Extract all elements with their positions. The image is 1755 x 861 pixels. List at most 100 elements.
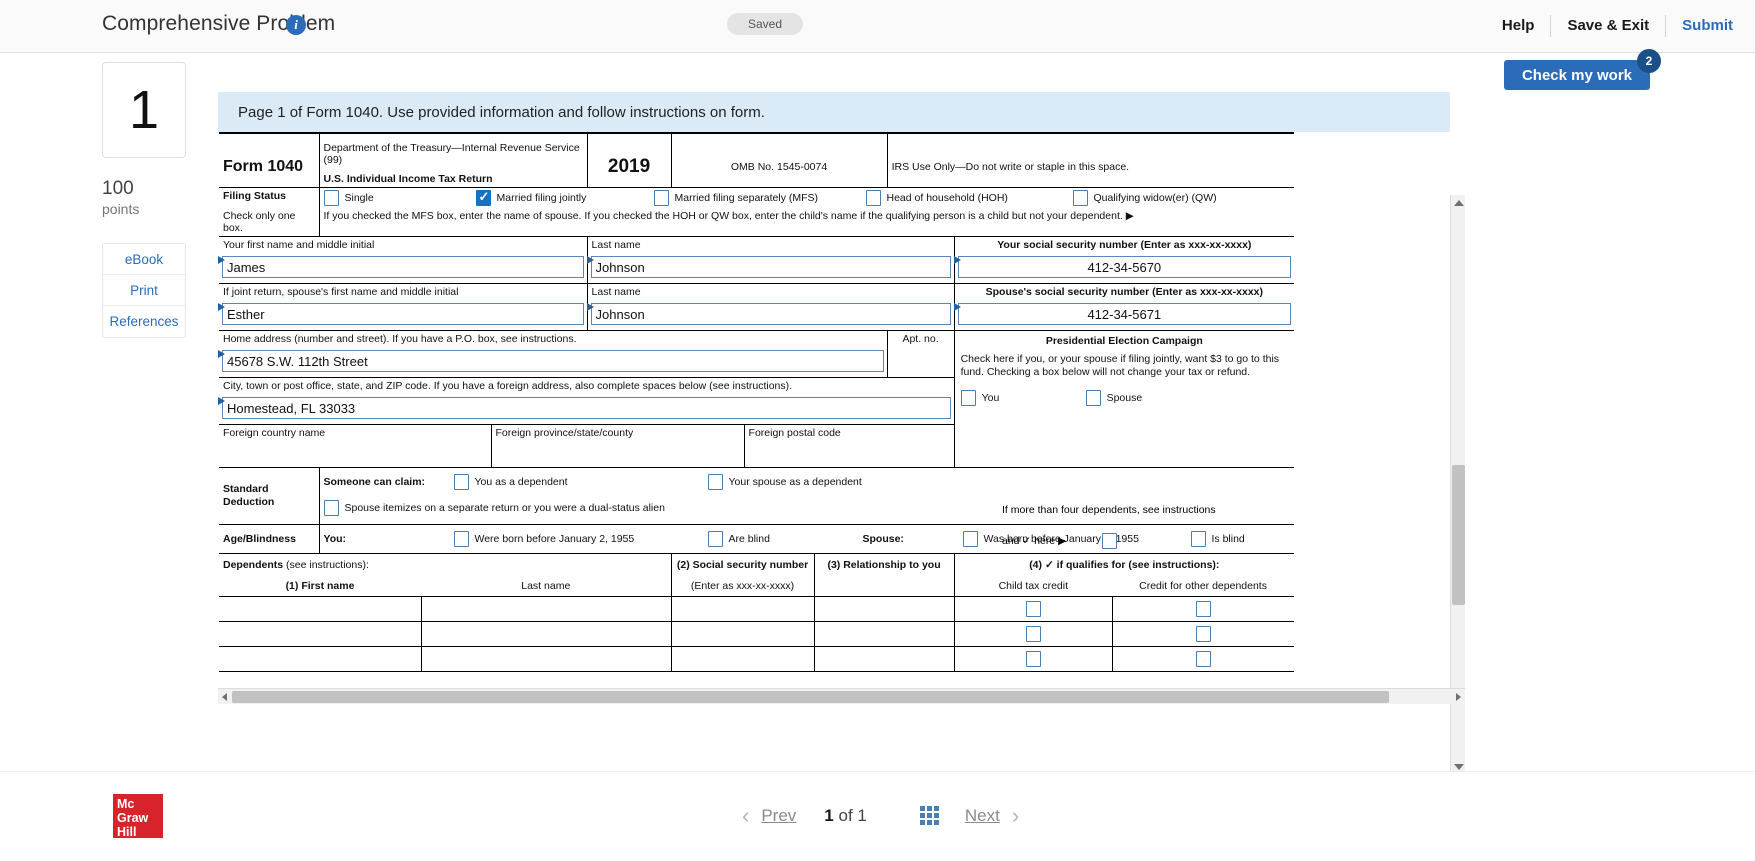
you-blind-option[interactable]: Are blind xyxy=(707,530,863,547)
spouse-first-name-input[interactable] xyxy=(222,303,584,325)
checkbox-married-filing-jointly[interactable] xyxy=(475,189,491,206)
checkbox-qualifying-widow[interactable] xyxy=(1072,190,1088,206)
spouse-itemizes-option[interactable]: Spouse itemizes on a separate return or … xyxy=(323,499,665,516)
pec-you-option[interactable]: You xyxy=(960,390,1086,406)
first-name-label: Your first name and middle initial xyxy=(223,239,375,251)
logo-line-1: Mc xyxy=(117,797,135,811)
checkbox-other-dependent-credit[interactable] xyxy=(1195,600,1211,617)
checkbox-child-tax-credit[interactable] xyxy=(1025,650,1041,667)
vertical-scroll-thumb[interactable] xyxy=(1452,465,1465,605)
references-button[interactable]: References xyxy=(103,306,185,337)
checkbox-spouse-as-dependent[interactable] xyxy=(707,473,723,490)
dependent-last-name-cell[interactable] xyxy=(420,595,672,622)
scroll-left-icon[interactable] xyxy=(222,693,227,701)
checkbox-pec-you[interactable] xyxy=(960,390,976,406)
ebook-button[interactable]: eBook xyxy=(103,244,185,275)
checkbox-other-dependent-credit[interactable] xyxy=(1195,625,1211,642)
your-ssn-input[interactable] xyxy=(957,256,1292,278)
dependent-odc-cell xyxy=(1111,595,1295,622)
spouse-as-dependent-option[interactable]: Your spouse as a dependent xyxy=(707,473,862,490)
check-my-work-button[interactable]: Check my work xyxy=(1503,60,1650,90)
dependent-ctc-cell xyxy=(953,620,1113,647)
scroll-up-icon[interactable] xyxy=(1454,200,1464,206)
dependents-title-cell: Dependents (see instructions): xyxy=(219,552,672,576)
scroll-down-icon[interactable] xyxy=(1454,764,1464,770)
you-born-before-option[interactable]: Were born before January 2, 1955 xyxy=(453,530,708,547)
filing-option-hoh[interactable]: Head of household (HOH) xyxy=(865,190,1073,206)
form-scroll-viewport[interactable]: Form 1040 Department of the Treasury—Int… xyxy=(218,132,1450,688)
home-address-input[interactable] xyxy=(222,350,884,372)
info-icon[interactable]: i xyxy=(286,15,306,35)
filing-option-married-separately[interactable]: Married filing separately (MFS) xyxy=(653,190,866,206)
checkbox-other-dependent-credit[interactable] xyxy=(1195,650,1211,667)
spouse-last-name-input[interactable] xyxy=(590,303,951,325)
spouse-ssn-input[interactable] xyxy=(957,303,1292,325)
help-link[interactable]: Help xyxy=(1486,14,1551,38)
city-field-cell xyxy=(218,394,955,425)
dependents-first-name-header-cell: (1) First name xyxy=(219,575,421,597)
dependents-col4a-header: Child tax credit xyxy=(998,579,1069,592)
grid-view-icon[interactable] xyxy=(919,805,941,827)
first-name-field-cell xyxy=(218,253,588,284)
dependent-ssn-cell[interactable] xyxy=(670,645,815,672)
dependents-rel-blank-cell xyxy=(813,575,955,597)
checkbox-spouse-itemizes[interactable] xyxy=(323,499,339,516)
checkbox-child-tax-credit[interactable] xyxy=(1025,600,1041,617)
filing-option-single[interactable]: Single xyxy=(323,190,476,206)
dependent-odc-cell xyxy=(1111,620,1295,647)
first-name-input[interactable] xyxy=(222,256,584,278)
instruction-banner: Page 1 of Form 1040. Use provided inform… xyxy=(218,92,1450,132)
checkbox-spouse-born-before-1955[interactable] xyxy=(962,530,978,547)
chevron-right-icon[interactable]: › xyxy=(1000,803,1031,829)
dependents-col2b-header: (Enter as xxx-xx-xxxx) xyxy=(690,579,795,592)
dependent-relationship-cell[interactable] xyxy=(813,645,955,672)
foreign-province-field-cell[interactable] xyxy=(490,441,745,468)
dependent-ssn-cell[interactable] xyxy=(670,595,815,622)
form-year: 2019 xyxy=(607,155,651,177)
label-married-filing-jointly: Married filing jointly xyxy=(496,192,587,204)
prev-button[interactable]: Prev xyxy=(761,806,796,826)
last-name-input[interactable] xyxy=(590,256,951,278)
foreign-postal-field-cell[interactable] xyxy=(743,441,955,468)
checkbox-child-tax-credit[interactable] xyxy=(1025,625,1041,642)
foreign-country-field-cell[interactable] xyxy=(219,441,492,468)
label-you-as-dependent: You as a dependent xyxy=(474,475,568,488)
checkbox-married-filing-separately[interactable] xyxy=(653,190,669,206)
dependent-first-name-cell[interactable] xyxy=(219,595,422,622)
checkbox-you-as-dependent[interactable] xyxy=(453,473,469,490)
filing-option-qw[interactable]: Qualifying widow(er) (QW) xyxy=(1072,190,1217,206)
you-as-dependent-option[interactable]: You as a dependent xyxy=(453,473,708,490)
checkbox-you-are-blind[interactable] xyxy=(707,530,723,547)
filing-option-married-jointly[interactable]: Married filing jointly xyxy=(475,189,654,206)
first-name-label-cell: Your first name and middle initial xyxy=(219,236,588,253)
form-horizontal-scrollbar[interactable] xyxy=(218,688,1465,704)
checkbox-pec-spouse[interactable] xyxy=(1085,390,1101,406)
field-arrow-icon xyxy=(953,303,961,311)
checkbox-head-of-household[interactable] xyxy=(865,190,881,206)
checkbox-single[interactable] xyxy=(323,190,339,206)
dependent-ssn-cell[interactable] xyxy=(670,620,815,647)
city-state-zip-input[interactable] xyxy=(222,397,951,419)
label-single: Single xyxy=(344,192,374,204)
submit-link[interactable]: Submit xyxy=(1666,14,1733,38)
dependent-relationship-cell[interactable] xyxy=(813,595,955,622)
horizontal-scroll-thumb[interactable] xyxy=(232,691,1389,703)
checkbox-more-dependents[interactable] xyxy=(1102,533,1117,549)
dependent-last-name-cell[interactable] xyxy=(420,645,672,672)
dependent-first-name-cell[interactable] xyxy=(219,645,422,672)
points-label: points xyxy=(102,201,140,217)
dependent-last-name-cell[interactable] xyxy=(420,620,672,647)
next-button[interactable]: Next xyxy=(965,806,1000,826)
chevron-left-icon[interactable]: ‹ xyxy=(730,803,761,829)
dependent-relationship-cell[interactable] xyxy=(813,620,955,647)
dependent-odc-cell xyxy=(1111,645,1295,672)
scroll-right-icon[interactable] xyxy=(1456,693,1461,701)
checkbox-you-born-before-1955[interactable] xyxy=(453,530,469,547)
save-and-exit-link[interactable]: Save & Exit xyxy=(1551,14,1665,38)
spouse-last-name-label-cell: Last name xyxy=(586,283,955,300)
print-button[interactable]: Print xyxy=(103,275,185,306)
pec-spouse-option[interactable]: Spouse xyxy=(1085,390,1142,406)
dependent-first-name-cell[interactable] xyxy=(219,620,422,647)
filing-status-label-cell: Filing Status xyxy=(219,187,320,208)
question-rail: 1 100 points eBook Print References xyxy=(102,62,186,338)
